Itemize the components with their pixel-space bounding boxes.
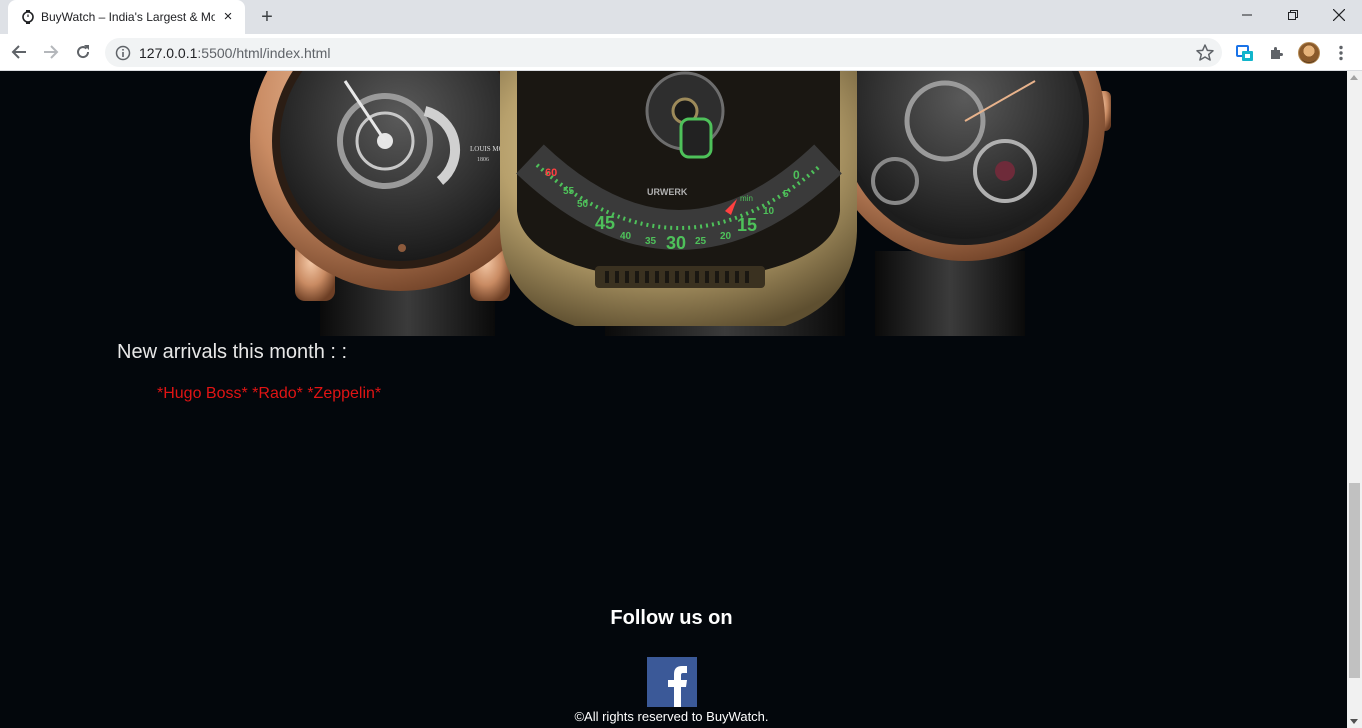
year-left-label: 1806	[477, 157, 489, 163]
watch-favicon-icon	[20, 9, 36, 25]
puzzle-icon	[1271, 47, 1283, 59]
reload-icon	[77, 45, 90, 59]
extension-button[interactable]	[1233, 41, 1257, 65]
dial-numeral: 50	[577, 199, 589, 210]
url-host: 127.0.0.1	[139, 45, 198, 61]
arrow-right-icon	[44, 45, 59, 59]
brand-center-label: URWERK	[647, 187, 688, 197]
profile-avatar[interactable]	[1297, 41, 1321, 65]
back-button[interactable]	[7, 40, 31, 64]
minimize-icon	[1242, 14, 1252, 16]
page-scrollbar[interactable]	[1347, 71, 1362, 728]
avatar-image	[1298, 42, 1320, 64]
center-watch: 60 55 50 45 40 35 30 25 20 15 10 5 0 min…	[500, 71, 857, 336]
browser-menu-button[interactable]	[1329, 41, 1353, 65]
kebab-menu-icon	[1339, 45, 1343, 61]
copyright-text: ©All rights reserved to BuyWatch.	[574, 709, 769, 724]
scrollbar-thumb[interactable]	[1349, 483, 1360, 678]
dial-numeral: 60	[545, 167, 557, 179]
browser-tab-strip: BuyWatch – India's Largest & Mo × +	[0, 0, 1362, 34]
restore-icon	[1288, 10, 1298, 20]
browser-toolbar: 127.0.0.1:5500/html/index.html	[0, 34, 1362, 71]
dial-numeral: 0	[793, 168, 800, 182]
dial-numeral: 5	[783, 189, 789, 200]
new-tab-button[interactable]: +	[256, 6, 278, 28]
close-icon	[1333, 9, 1345, 21]
bookmark-star-icon[interactable]	[1195, 43, 1215, 63]
facebook-icon	[647, 657, 697, 707]
dial-numeral: 30	[666, 233, 686, 253]
hero-watch-image: LOUIS MOINET 1806 60 55 50 45 40 35 30 2…	[250, 71, 1111, 336]
url-text[interactable]: 127.0.0.1:5500/html/index.html	[139, 45, 330, 61]
address-bar[interactable]: 127.0.0.1:5500/html/index.html	[105, 38, 1222, 67]
dial-numeral: 45	[595, 213, 615, 233]
new-arrivals-brands: *Hugo Boss* *Rado* *Zeppelin*	[157, 385, 382, 402]
info-icon[interactable]	[115, 45, 131, 61]
dial-numeral: 20	[720, 231, 732, 242]
dial-numeral: 55	[563, 186, 575, 197]
page-viewport: LOUIS MOINET 1806 60 55 50 45 40 35 30 2…	[0, 71, 1347, 728]
tab-title: BuyWatch – India's Largest & Mo	[41, 10, 215, 24]
new-arrivals-heading: New arrivals this month : :	[117, 341, 348, 363]
minute-label: min	[740, 194, 753, 203]
window-restore-button[interactable]	[1270, 0, 1316, 30]
url-path: :5500/html/index.html	[197, 45, 331, 61]
browser-tab-active[interactable]: BuyWatch – India's Largest & Mo ×	[8, 0, 245, 34]
dial-numeral: 40	[620, 231, 632, 242]
reload-button[interactable]	[71, 40, 95, 64]
dial-numeral: 35	[645, 236, 657, 247]
forward-button[interactable]	[39, 40, 63, 64]
window-minimize-button[interactable]	[1224, 0, 1270, 30]
tab-close-icon[interactable]: ×	[220, 9, 236, 25]
dial-numeral: 25	[695, 236, 707, 247]
scroll-down-arrow-icon[interactable]	[1350, 719, 1358, 724]
facebook-link[interactable]	[647, 657, 697, 707]
follow-us-heading: Follow us on	[610, 607, 733, 629]
extensions-menu-button[interactable]	[1265, 41, 1289, 65]
scroll-up-arrow-icon[interactable]	[1350, 75, 1358, 80]
window-close-button[interactable]	[1316, 0, 1362, 30]
arrow-left-icon	[11, 45, 26, 59]
dial-numeral: 15	[737, 215, 757, 235]
dial-numeral: 10	[763, 206, 775, 217]
extension-translate-icon	[1236, 45, 1253, 61]
right-watch	[825, 71, 1111, 336]
